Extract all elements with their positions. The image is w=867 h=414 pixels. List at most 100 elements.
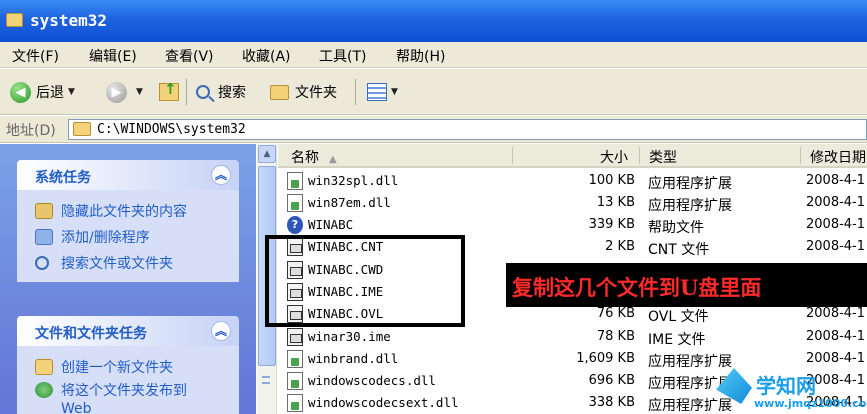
file-type: 帮助文件 bbox=[648, 220, 704, 236]
hide-folder-icon bbox=[35, 203, 53, 219]
column-type[interactable]: 类型 bbox=[649, 147, 677, 166]
task-label: 将这个文件夹发布到 bbox=[61, 383, 187, 399]
search-label: 搜索 bbox=[218, 85, 246, 101]
file-row[interactable]: win32spl.dll 100 KB 应用程序扩展 2008-4-1 bbox=[278, 170, 867, 192]
sort-ascending-icon: ▲ bbox=[329, 154, 337, 165]
search-icon bbox=[35, 256, 49, 270]
menu-tools[interactable]: 工具(T) bbox=[319, 46, 366, 66]
file-date: 2008-4-1 bbox=[806, 217, 866, 232]
back-dropdown-icon[interactable]: ▼ bbox=[68, 87, 75, 97]
forward-dropdown-icon[interactable]: ▼ bbox=[136, 87, 143, 97]
file-date: 2008-4-1 bbox=[806, 351, 866, 366]
title-bar[interactable]: system32 bbox=[0, 0, 867, 42]
file-row[interactable]: ? WINABC 339 KB 帮助文件 2008-4-1 bbox=[278, 214, 867, 236]
dll-icon bbox=[287, 350, 303, 368]
task-pane: 系统任务 ︽ 隐藏此文件夹的内容 添加/删除程序 搜索文件或文件夹 文件和文件夹… bbox=[0, 144, 256, 414]
file-size: 338 KB bbox=[588, 395, 635, 410]
task-label: 搜索文件或文件夹 bbox=[61, 256, 173, 272]
file-size: 100 KB bbox=[588, 173, 635, 188]
file-size: 1,609 KB bbox=[576, 351, 635, 366]
task-new-folder[interactable]: 创建一个新文件夹 bbox=[35, 354, 239, 380]
column-divider bbox=[800, 147, 801, 164]
file-size: 339 KB bbox=[588, 217, 635, 232]
task-label: 添加/删除程序 bbox=[61, 230, 150, 246]
file-size: 696 KB bbox=[588, 373, 635, 388]
task-hide-contents[interactable]: 隐藏此文件夹的内容 bbox=[35, 198, 239, 224]
help-file-icon: ? bbox=[287, 216, 303, 234]
back-label: 后退 bbox=[36, 85, 64, 101]
views-dropdown-icon: ▼ bbox=[391, 87, 398, 97]
menu-help[interactable]: 帮助(H) bbox=[396, 46, 445, 66]
forward-button[interactable]: ▶ ▼ bbox=[106, 79, 143, 105]
file-date: 2008-4-1 bbox=[806, 195, 866, 210]
dll-icon bbox=[287, 372, 303, 390]
address-value: C:\WINDOWS\system32 bbox=[97, 122, 246, 137]
column-name-label: 名称 bbox=[291, 150, 319, 166]
address-label: 地址(D) bbox=[6, 123, 56, 139]
file-name: winbrand.dll bbox=[308, 351, 399, 366]
file-type: OVL 文件 bbox=[648, 309, 709, 325]
folder-icon bbox=[73, 122, 91, 136]
task-publish-web[interactable]: 将这个文件夹发布到 bbox=[35, 380, 239, 400]
back-arrow-icon: ◀ bbox=[10, 81, 31, 103]
menu-edit[interactable]: 编辑(E) bbox=[89, 46, 137, 66]
search-button[interactable]: 搜索 bbox=[196, 79, 246, 105]
views-button[interactable]: ▼ bbox=[367, 79, 398, 105]
toolbar-divider bbox=[186, 79, 187, 105]
column-name[interactable]: 名称 ▲ bbox=[291, 147, 337, 166]
views-icon bbox=[367, 83, 387, 101]
folders-button[interactable]: 文件夹 bbox=[270, 79, 337, 105]
file-name: WINABC bbox=[308, 217, 354, 232]
file-name: windowscodecs.dll bbox=[308, 373, 436, 388]
file-date: 2008-4-1 bbox=[806, 306, 866, 321]
folders-label: 文件夹 bbox=[295, 85, 337, 101]
watermark-url: www.jmqz1000.com bbox=[754, 397, 867, 410]
menu-favorites[interactable]: 收藏(A) bbox=[242, 46, 291, 66]
dll-icon bbox=[287, 172, 303, 190]
back-button[interactable]: ◀ 后退 ▼ bbox=[10, 79, 75, 105]
column-size[interactable]: 大小 bbox=[600, 147, 628, 166]
address-input[interactable]: C:\WINDOWS\system32 bbox=[68, 119, 867, 140]
column-date[interactable]: 修改日期 bbox=[810, 147, 866, 166]
task-search-files[interactable]: 搜索文件或文件夹 bbox=[35, 250, 239, 276]
up-folder-button[interactable] bbox=[159, 79, 179, 105]
annotation-label: 复制这几个文件到U盘里面 bbox=[506, 263, 867, 307]
system-tasks-panel: 系统任务 ︽ 隐藏此文件夹的内容 添加/删除程序 搜索文件或文件夹 bbox=[17, 160, 239, 282]
task-publish-web-cont[interactable]: Web bbox=[35, 400, 239, 414]
add-remove-programs-icon bbox=[35, 229, 53, 245]
dll-icon bbox=[287, 194, 303, 212]
file-tasks-header[interactable]: 文件和文件夹任务 ︽ bbox=[17, 316, 239, 346]
menu-file[interactable]: 文件(F) bbox=[12, 46, 59, 66]
collapse-chevron-icon[interactable]: ︽ bbox=[211, 321, 231, 341]
file-date: 2008-4-1 bbox=[806, 173, 866, 188]
up-folder-icon bbox=[159, 80, 179, 101]
folder-icon bbox=[270, 84, 289, 100]
system-tasks-title: 系统任务 bbox=[35, 170, 91, 186]
dll-icon bbox=[287, 394, 303, 412]
system-tasks-body: 隐藏此文件夹的内容 添加/删除程序 搜索文件或文件夹 bbox=[17, 190, 239, 282]
task-add-remove-programs[interactable]: 添加/删除程序 bbox=[35, 224, 239, 250]
toolbar: ◀ 后退 ▼ ▶ ▼ 搜索 文件夹 ▼ bbox=[0, 69, 867, 115]
system-tasks-header[interactable]: 系统任务 ︽ bbox=[17, 160, 239, 190]
file-tasks-title: 文件和文件夹任务 bbox=[35, 326, 147, 342]
file-row[interactable]: win87em.dll 13 KB 应用程序扩展 2008-4-1 bbox=[278, 192, 867, 214]
collapse-chevron-icon[interactable]: ︽ bbox=[211, 165, 231, 185]
address-bar: 地址(D) C:\WINDOWS\system32 bbox=[0, 116, 867, 143]
file-type: IME 文件 bbox=[648, 332, 706, 348]
file-size: 78 KB bbox=[596, 329, 635, 344]
search-icon bbox=[196, 85, 210, 99]
file-name: winar30.ime bbox=[308, 329, 391, 344]
toolbar-divider bbox=[355, 79, 356, 105]
globe-icon bbox=[35, 382, 53, 398]
column-divider bbox=[639, 147, 640, 164]
file-size: 2 KB bbox=[605, 239, 635, 254]
file-row[interactable]: winar30.ime 78 KB IME 文件 2008-4-1 bbox=[278, 326, 867, 348]
menu-view[interactable]: 查看(V) bbox=[165, 46, 214, 66]
column-divider bbox=[512, 147, 513, 164]
file-name: win32spl.dll bbox=[308, 173, 399, 188]
file-type: 应用程序扩展 bbox=[648, 198, 732, 214]
scroll-up-icon[interactable]: ▲ bbox=[258, 145, 276, 163]
new-folder-icon bbox=[35, 359, 53, 375]
file-type: CNT 文件 bbox=[648, 242, 710, 258]
task-label: Web bbox=[61, 401, 92, 414]
